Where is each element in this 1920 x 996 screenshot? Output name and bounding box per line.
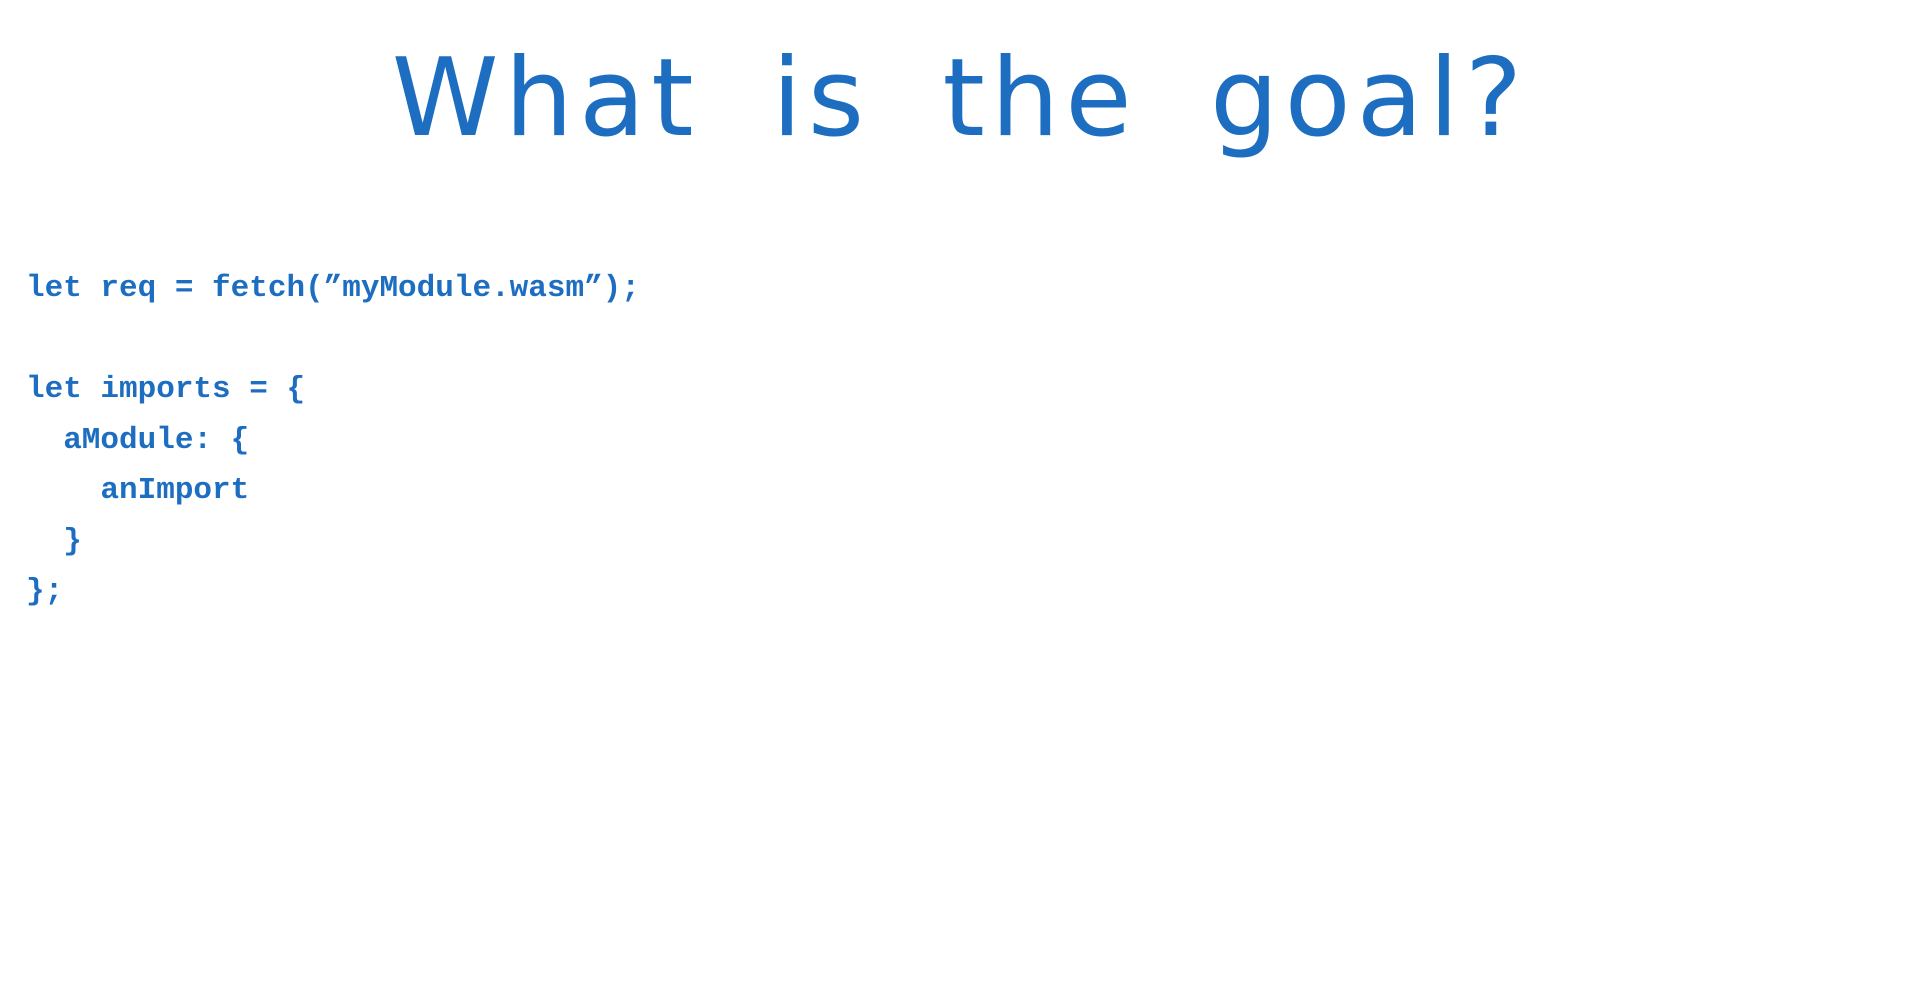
code-line: let req = fetch(”myModule.wasm”);	[26, 271, 640, 306]
code-line: anImport	[26, 473, 250, 508]
code-line: }	[26, 523, 82, 559]
code-line: aModule: {	[26, 422, 250, 458]
code-block: let req = fetch(”myModule.wasm”); let imp…	[26, 264, 640, 618]
code-line: let imports = {	[26, 372, 306, 407]
slide-title: What is the goal?	[391, 36, 1529, 161]
code-line: };	[26, 574, 64, 609]
slide: What is the goal? let req = fetch(”myMod…	[0, 0, 1920, 996]
